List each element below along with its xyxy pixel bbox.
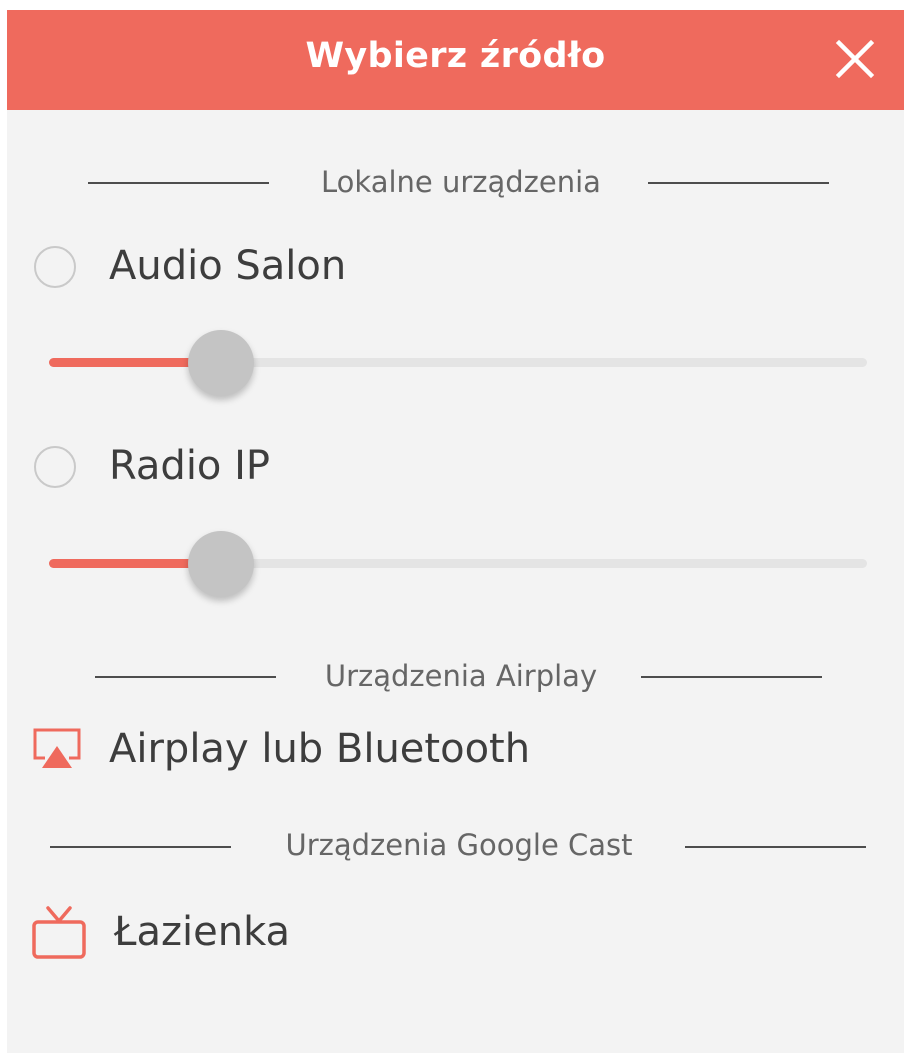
section-title-local: Lokalne urządzenia [321,165,601,199]
section-line-left [50,846,231,848]
tv-icon [32,906,86,959]
device-radio-ip[interactable]: Radio IP [7,436,904,496]
section-line-right [641,676,822,678]
section-line-right [685,846,866,848]
device-label-radio-ip: Radio IP [109,443,271,489]
section-google-cast: Urządzenia Google Cast [7,825,904,865]
close-icon [835,39,875,79]
source-picker-dialog: Wybierz źródło Lokalne urządzenia Audio … [7,10,904,1053]
section-title-google-cast: Urządzenia Google Cast [285,828,633,862]
slider-thumb[interactable] [188,330,254,396]
device-lazienka[interactable]: Łazienka [7,898,904,959]
section-title-airplay: Urządzenia Airplay [324,659,598,693]
close-button[interactable] [833,37,877,81]
radio-radio-ip[interactable] [34,446,76,488]
section-line-left [88,182,269,184]
volume-slider-radio-ip[interactable] [49,529,867,599]
slider-thumb[interactable] [188,531,254,597]
volume-slider-audio-salon[interactable] [49,328,867,398]
section-line-left [95,676,276,678]
dialog-title: Wybierz źródło [305,36,606,76]
device-label-audio-salon: Audio Salon [109,243,347,289]
section-airplay: Urządzenia Airplay [7,656,904,696]
section-local: Lokalne urządzenia [7,162,904,202]
device-airplay-bluetooth[interactable]: Airplay lub Bluetooth [7,718,904,778]
section-line-right [648,182,829,184]
radio-audio-salon[interactable] [34,246,76,288]
airplay-icon [33,728,81,768]
device-audio-salon[interactable]: Audio Salon [7,236,904,296]
device-label-airplay-bluetooth: Airplay lub Bluetooth [109,726,531,772]
device-label-lazienka: Łazienka [114,909,291,955]
dialog-header: Wybierz źródło [7,10,904,110]
